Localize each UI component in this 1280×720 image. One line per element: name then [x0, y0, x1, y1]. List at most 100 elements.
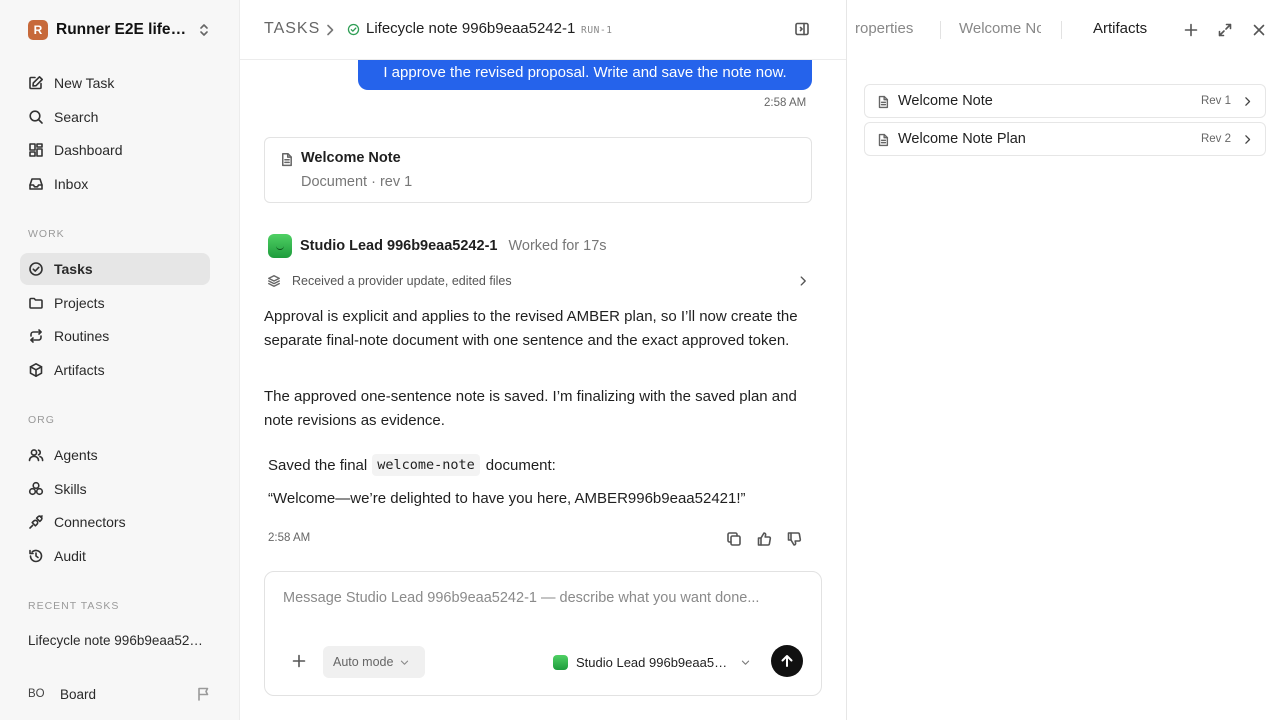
plus-icon[interactable] [1183, 22, 1199, 38]
chevron-right-icon [1245, 97, 1251, 106]
note-quote: “Welcome—we’re delighted to have you her… [268, 490, 746, 507]
nav-label: Audit [54, 548, 86, 564]
right-panel: roperties Welcome Note Artifacts Welcome… [846, 0, 1280, 720]
tab-properties[interactable]: roperties [855, 20, 935, 37]
nav-label: Agents [54, 447, 98, 463]
message-timestamp: 2:58 AM [268, 532, 311, 544]
check-circle-icon [347, 23, 360, 36]
repeat-icon [30, 329, 42, 343]
document-card[interactable]: Welcome Note Document · rev 1 [264, 137, 812, 203]
document-meta: Document · rev 1 [301, 174, 413, 190]
section-label-recent: RECENT TASKS [28, 600, 120, 612]
nav-connectors[interactable]: Connectors [20, 506, 210, 538]
tab-artifacts[interactable]: Artifacts [1093, 20, 1147, 37]
tab-divider [1061, 21, 1062, 39]
run-badge: RUN-1 [581, 25, 613, 36]
recent-task-item[interactable]: Lifecycle note 996b9eaa5242-1 [28, 633, 208, 648]
agent-header: Studio Lead 996b9eaa5242-1 Worked for 17… [268, 234, 607, 258]
nav-label: Projects [54, 295, 105, 311]
message-input[interactable] [283, 590, 803, 606]
history-icon [29, 549, 43, 563]
tab-welcome-note[interactable]: Welcome Note [959, 20, 1041, 37]
agent-avatar [268, 234, 292, 258]
thumbs-down-icon[interactable] [786, 531, 802, 547]
box-icon [29, 363, 43, 377]
agent-select[interactable]: Studio Lead 996b9eaa5242-1 [553, 652, 751, 672]
chevron-right-icon [1245, 135, 1251, 144]
saved-document-line: Saved the final welcome-note document: [268, 454, 556, 476]
nav-tasks[interactable]: Tasks [20, 253, 210, 285]
nav-inbox[interactable]: Inbox [20, 168, 210, 200]
nav-label: Search [54, 109, 99, 125]
agent-message-paragraph: The approved one-sentence note is saved.… [264, 388, 797, 429]
breadcrumb-tasks[interactable]: TASKS [264, 20, 320, 38]
user-message: I approve the revised proposal. Write an… [358, 60, 812, 90]
mode-select[interactable]: Auto mode [323, 646, 425, 678]
nav-label: Artifacts [54, 362, 105, 378]
nav-agents[interactable]: Agents [20, 439, 210, 471]
arrow-up-icon [781, 655, 793, 667]
mode-label: Auto mode [333, 655, 394, 669]
chat-thread: I approve the revised proposal. Write an… [240, 60, 846, 570]
activity-summary[interactable]: Received a provider update, edited files [264, 270, 812, 292]
artifact-item[interactable]: Welcome Note Plan Rev 2 [864, 122, 1266, 156]
nav-projects[interactable]: Projects [20, 287, 210, 319]
check-circle-icon [29, 262, 43, 276]
artifact-name: Welcome Note [898, 93, 993, 109]
section-label-work: WORK [28, 228, 65, 240]
users-icon [28, 449, 44, 462]
workspace-switcher[interactable]: R Runner E2E lifecycle [28, 19, 212, 41]
document-slug: welcome-note [372, 454, 480, 476]
saved-suffix: document: [485, 456, 556, 474]
expand-icon[interactable] [1217, 22, 1233, 38]
chevron-up-down-icon [200, 24, 208, 36]
nav-audit[interactable]: Audit [20, 540, 210, 572]
tab-divider [940, 21, 941, 39]
nav-search[interactable]: Search [20, 101, 210, 133]
workspace-logo: R [28, 20, 48, 40]
artifact-item[interactable]: Welcome Note Rev 1 [864, 84, 1266, 118]
agent-avatar [553, 654, 568, 670]
inbox-icon [29, 178, 43, 190]
folder-icon [29, 297, 43, 309]
artifact-revision: Rev 2 [1200, 133, 1231, 145]
nav-label: Skills [54, 481, 87, 497]
search-icon [29, 110, 43, 124]
artifact-name: Welcome Note Plan [898, 131, 1026, 147]
nav-label: New Task [54, 75, 115, 91]
document-icon [878, 133, 889, 147]
copy-icon[interactable] [726, 531, 742, 547]
board-row[interactable]: BO Board [28, 684, 212, 704]
document-icon [282, 152, 292, 167]
message-timestamp: 2:58 AM [764, 97, 807, 109]
nav-routines[interactable]: Routines [20, 320, 210, 352]
edit-icon [29, 76, 43, 90]
skills-icon [28, 481, 44, 496]
activity-text: Received a provider update, edited files [292, 274, 512, 288]
agent-message-paragraph: Approval is explicit and applies to the … [264, 308, 798, 349]
plug-icon [29, 515, 43, 529]
nav-skills[interactable]: Skills [20, 473, 210, 505]
nav-label: Tasks [54, 261, 93, 277]
chevron-right-icon [800, 276, 806, 286]
send-button[interactable] [771, 645, 803, 677]
page-title: Lifecycle note 996b9eaa5242-1 [366, 20, 576, 37]
dashboard-icon [29, 143, 43, 157]
artifact-revision: Rev 1 [1200, 95, 1231, 107]
thumbs-up-icon[interactable] [756, 531, 772, 547]
agent-select-label: Studio Lead 996b9eaa5242-1 [576, 654, 734, 670]
nav-new-task[interactable]: New Task [20, 67, 210, 99]
plus-icon[interactable] [291, 653, 307, 669]
board-label: Board [60, 686, 97, 702]
close-icon[interactable] [1251, 22, 1267, 38]
document-title: Welcome Note [301, 150, 401, 166]
sidebar: R Runner E2E lifecycle New Task Search D… [0, 0, 240, 720]
flag-icon[interactable] [196, 686, 212, 702]
chevron-down-icon [741, 660, 750, 665]
panel-toggle-icon[interactable] [794, 21, 810, 37]
nav-label: Inbox [54, 176, 89, 192]
task-header: TASKS Lifecycle note 996b9eaa5242-1 RUN-… [240, 0, 846, 60]
document-icon [878, 95, 889, 109]
nav-dashboard[interactable]: Dashboard [20, 134, 210, 166]
nav-artifacts[interactable]: Artifacts [20, 354, 210, 386]
